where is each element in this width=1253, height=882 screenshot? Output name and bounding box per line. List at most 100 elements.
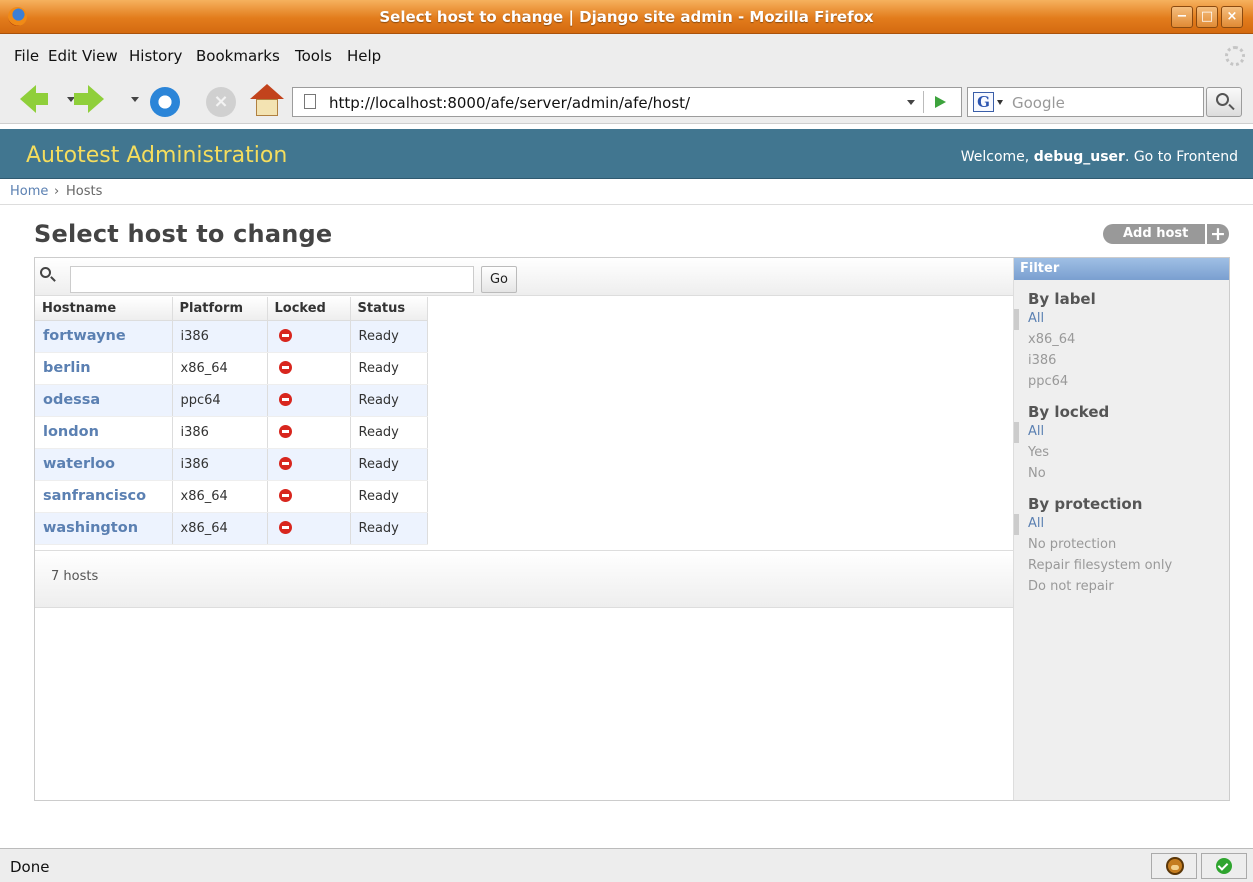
engine-dropdown-icon[interactable] bbox=[997, 100, 1003, 105]
site-brand: Autotest Administration bbox=[26, 143, 288, 168]
stop-icon[interactable]: × bbox=[206, 87, 236, 117]
menu-bookmarks[interactable]: Bookmarks bbox=[196, 47, 280, 65]
table-row: odessa ppc64 Ready bbox=[35, 384, 428, 417]
filter-option[interactable]: All bbox=[1014, 514, 1229, 535]
platform-cell: i386 bbox=[172, 448, 268, 481]
filter-heading-locked: By locked bbox=[1028, 403, 1110, 421]
back-arrow-icon[interactable] bbox=[20, 85, 48, 113]
status-cell: Ready bbox=[350, 416, 428, 449]
plus-icon: + bbox=[1205, 224, 1229, 244]
status-cell: Ready bbox=[350, 448, 428, 481]
column-header-hostname[interactable]: Hostname bbox=[35, 297, 173, 321]
filter-heading-label: By label bbox=[1028, 290, 1096, 308]
filter-option[interactable]: x86_64 bbox=[1014, 330, 1229, 351]
search-icon bbox=[40, 267, 51, 278]
status-cell: Ready bbox=[350, 384, 428, 417]
hostname-cell: london bbox=[35, 416, 173, 449]
locked-cell bbox=[267, 448, 351, 481]
minimize-button[interactable]: − bbox=[1171, 6, 1193, 28]
greasemonkey-icon[interactable] bbox=[1166, 857, 1184, 875]
changelist: Go Hostname Platform Locked Status fortw… bbox=[34, 257, 1230, 801]
filter-option[interactable]: ppc64 bbox=[1014, 372, 1229, 393]
locked-cell bbox=[267, 320, 351, 353]
filter-sidebar: Filter By label All x86_64 i386 ppc64 By… bbox=[1013, 258, 1229, 800]
home-icon[interactable] bbox=[250, 84, 284, 118]
status-text: Done bbox=[10, 858, 50, 876]
reload-icon[interactable] bbox=[150, 87, 180, 117]
web-search-bar[interactable]: G Google bbox=[967, 87, 1204, 117]
result-count: 7 hosts bbox=[51, 569, 99, 584]
go-arrow-icon[interactable] bbox=[935, 96, 946, 108]
search-placeholder[interactable]: Google bbox=[1012, 94, 1065, 112]
column-header-status[interactable]: Status bbox=[350, 297, 428, 321]
maximize-button[interactable]: □ bbox=[1196, 6, 1218, 28]
home-roof bbox=[250, 84, 284, 99]
locked-cell bbox=[267, 512, 351, 545]
host-link[interactable]: berlin bbox=[43, 360, 91, 376]
filter-list-locked: All Yes No bbox=[1014, 422, 1229, 485]
menu-tools[interactable]: Tools bbox=[295, 47, 332, 65]
magnifier-icon bbox=[1216, 93, 1229, 106]
url-bar[interactable]: http://localhost:8000/afe/server/admin/a… bbox=[292, 87, 962, 117]
filter-option[interactable]: No protection bbox=[1014, 535, 1229, 556]
hostname-cell: washington bbox=[35, 512, 173, 545]
throbber-icon bbox=[1225, 46, 1245, 66]
no-icon bbox=[278, 521, 292, 534]
url-history-dropdown-icon[interactable] bbox=[907, 100, 915, 105]
forward-arrow-icon[interactable] bbox=[74, 85, 104, 113]
no-icon bbox=[278, 393, 292, 406]
column-header-locked[interactable]: Locked bbox=[267, 297, 351, 321]
goto-frontend-link[interactable]: . Go to Frontend bbox=[1125, 149, 1238, 165]
menu-help[interactable]: Help bbox=[347, 47, 381, 65]
results-table: Hostname Platform Locked Status fortwayn… bbox=[35, 297, 428, 545]
filter-list-protection: All No protection Repair filesystem only… bbox=[1014, 514, 1229, 598]
search-input[interactable] bbox=[70, 266, 474, 293]
filter-option[interactable]: All bbox=[1014, 422, 1229, 443]
menu-history[interactable]: History bbox=[129, 47, 182, 65]
host-link[interactable]: washington bbox=[43, 520, 138, 536]
go-button[interactable]: Go bbox=[481, 266, 517, 293]
host-link[interactable]: fortwayne bbox=[43, 328, 126, 344]
google-engine-icon[interactable]: G bbox=[973, 92, 994, 112]
search-button[interactable] bbox=[1206, 87, 1242, 117]
hostname-cell: odessa bbox=[35, 384, 173, 417]
menu-view[interactable]: View bbox=[82, 47, 118, 65]
locked-cell bbox=[267, 480, 351, 513]
breadcrumb-home-link[interactable]: Home bbox=[10, 184, 48, 199]
host-link[interactable]: waterloo bbox=[43, 456, 115, 472]
navigation-toolbar: × http://localhost:8000/afe/server/admin… bbox=[0, 74, 1253, 124]
status-cell: Ready bbox=[350, 320, 428, 353]
filter-option[interactable]: No bbox=[1014, 464, 1229, 485]
menu-edit[interactable]: Edit bbox=[48, 47, 77, 65]
close-button[interactable]: × bbox=[1221, 6, 1243, 28]
column-header-platform[interactable]: Platform bbox=[172, 297, 268, 321]
filter-option[interactable]: All bbox=[1014, 309, 1229, 330]
hostname-cell: fortwayne bbox=[35, 320, 173, 353]
filter-option[interactable]: Yes bbox=[1014, 443, 1229, 464]
platform-cell: ppc64 bbox=[172, 384, 268, 417]
search-toolbar: Go bbox=[35, 258, 1013, 296]
menu-file[interactable]: File bbox=[14, 47, 39, 65]
platform-cell: x86_64 bbox=[172, 480, 268, 513]
status-cell: Ready bbox=[350, 512, 428, 545]
hostname-cell: sanfrancisco bbox=[35, 480, 173, 513]
hostname-cell: berlin bbox=[35, 352, 173, 385]
url-text[interactable]: http://localhost:8000/afe/server/admin/a… bbox=[329, 94, 690, 112]
host-link[interactable]: sanfrancisco bbox=[43, 488, 146, 504]
filter-option[interactable]: Do not repair bbox=[1014, 577, 1229, 598]
table-row: washington x86_64 Ready bbox=[35, 512, 428, 545]
host-link[interactable]: london bbox=[43, 424, 99, 440]
checkmark-icon[interactable] bbox=[1216, 858, 1232, 874]
user-tools: Welcome, debug_user. Go to Frontend bbox=[961, 149, 1238, 165]
forward-history-dropdown-icon[interactable] bbox=[131, 97, 139, 102]
table-header-row: Hostname Platform Locked Status bbox=[35, 297, 428, 321]
filter-option[interactable]: Repair filesystem only bbox=[1014, 556, 1229, 577]
admin-header: Autotest Administration Welcome, debug_u… bbox=[0, 129, 1253, 179]
platform-cell: i386 bbox=[172, 320, 268, 353]
no-icon bbox=[278, 425, 292, 438]
welcome-text: Welcome, bbox=[960, 149, 1034, 165]
add-host-button[interactable]: Add host + bbox=[1103, 224, 1229, 244]
home-wall bbox=[256, 99, 278, 116]
host-link[interactable]: odessa bbox=[43, 392, 100, 408]
filter-option[interactable]: i386 bbox=[1014, 351, 1229, 372]
